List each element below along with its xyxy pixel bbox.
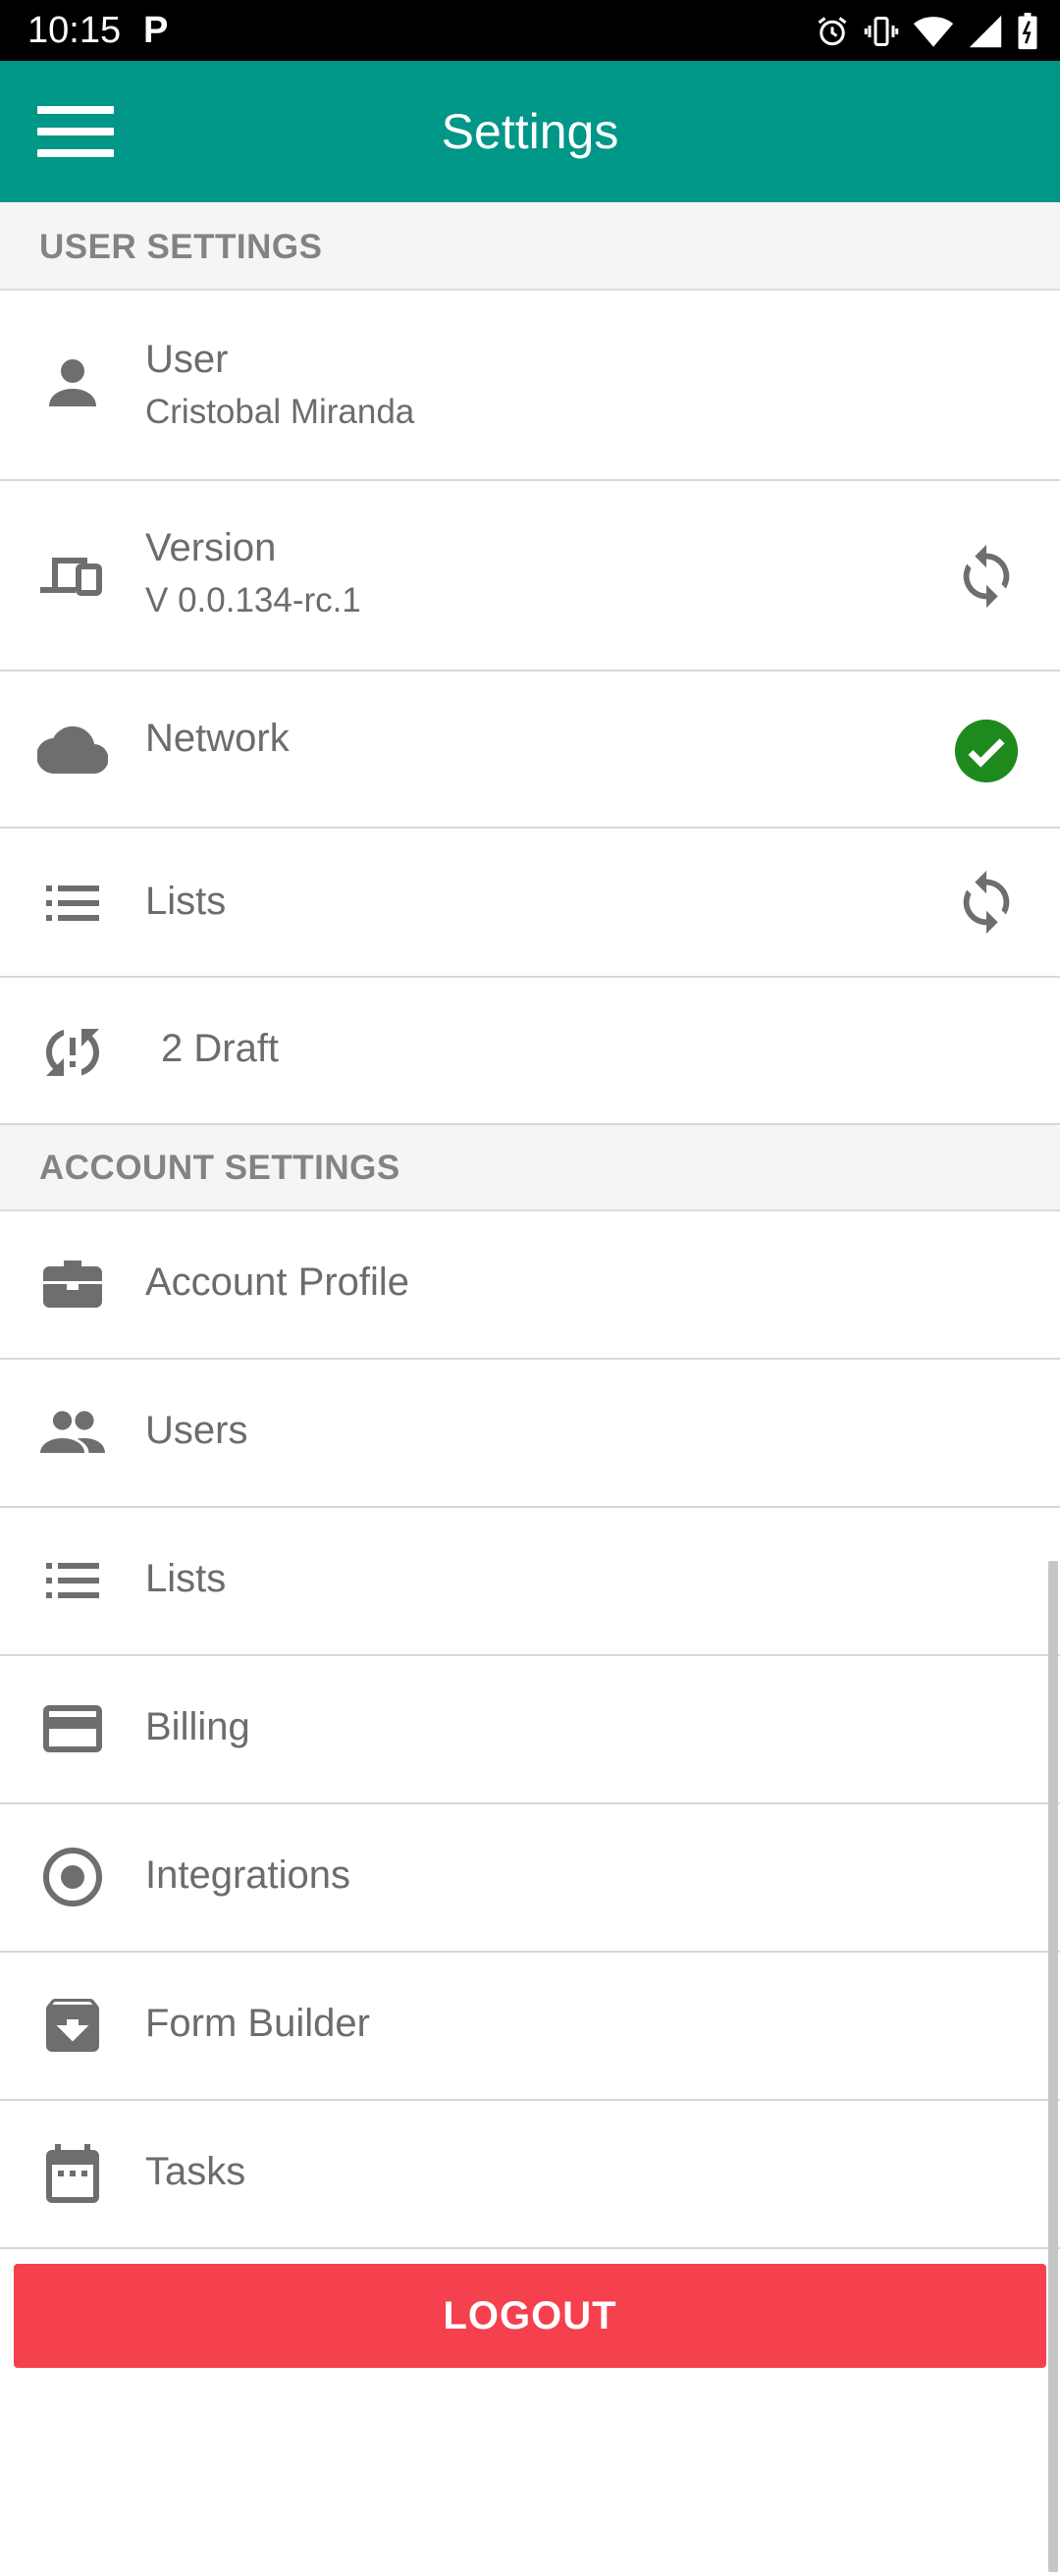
sync-icon[interactable] [952, 542, 1021, 611]
credit-card-icon [37, 1693, 108, 1764]
row-title: Tasks [145, 2150, 246, 2193]
archive-icon [37, 1990, 108, 2061]
settings-row-lists[interactable]: Lists [0, 1508, 1060, 1656]
settings-row-form-builder[interactable]: Form Builder [0, 1953, 1060, 2101]
calendar-icon [37, 2138, 108, 2209]
row-subtitle: V 0.0.134-rc.1 [145, 581, 361, 619]
row-subtitle: Cristobal Miranda [145, 393, 415, 431]
list-icon [37, 868, 108, 939]
app-bar: Settings [0, 61, 1060, 202]
settings-row-version[interactable]: Version V 0.0.134-rc.1 [0, 481, 1060, 671]
row-title: Lists [145, 880, 227, 923]
settings-row-account-profile[interactable]: Account Profile [0, 1211, 1060, 1360]
list-icon [37, 1545, 108, 1616]
settings-row-billing[interactable]: Billing [0, 1656, 1060, 1804]
radio-button-icon [37, 1842, 108, 1912]
row-title: Lists [145, 1557, 227, 1600]
person-icon [37, 348, 108, 418]
alarm-icon [815, 14, 850, 49]
signal-icon [968, 14, 1003, 49]
briefcase-icon [37, 1249, 108, 1319]
row-title: 2 Draft [161, 1027, 280, 1070]
settings-row-drafts[interactable]: 2 Draft [0, 978, 1060, 1125]
status-bar: 10:15 P [0, 0, 1060, 61]
cloud-icon [37, 715, 108, 785]
row-title: Network [145, 717, 290, 760]
devices-icon [37, 540, 108, 611]
row-title: Account Profile [145, 1261, 410, 1304]
battery-icon [1017, 13, 1038, 50]
row-title: Form Builder [145, 2002, 370, 2045]
settings-row-users[interactable]: Users [0, 1360, 1060, 1508]
settings-row-tasks[interactable]: Tasks [0, 2101, 1060, 2249]
row-title: Integrations [145, 1853, 351, 1897]
wifi-icon [913, 14, 954, 49]
people-icon [37, 1397, 108, 1468]
section-header-account-settings: ACCOUNT SETTINGS [0, 1125, 1060, 1211]
row-title: Billing [145, 1705, 250, 1748]
section-title: ACCOUNT SETTINGS [39, 1149, 400, 1187]
notification-app-icon: P [143, 10, 169, 51]
logout-button[interactable]: LOGOUT [14, 2264, 1046, 2368]
settings-row-lists-sync[interactable]: Lists [0, 829, 1060, 978]
row-title: Version [145, 526, 277, 569]
check-circle-icon [952, 717, 1021, 785]
sync-icon[interactable] [952, 868, 1021, 937]
section-header-user-settings: USER SETTINGS [0, 202, 1060, 291]
vibrate-icon [864, 14, 899, 49]
settings-row-network[interactable]: Network [0, 671, 1060, 829]
page-title: Settings [441, 104, 619, 159]
settings-row-user[interactable]: User Cristobal Miranda [0, 291, 1060, 481]
sync-problem-icon [37, 1017, 108, 1088]
row-title: Users [145, 1409, 248, 1452]
scrollbar[interactable] [1048, 1561, 1058, 2572]
section-title: USER SETTINGS [39, 228, 323, 266]
row-title: User [145, 338, 229, 381]
status-icons [815, 12, 1038, 51]
settings-row-integrations[interactable]: Integrations [0, 1804, 1060, 1953]
status-time: 10:15 [27, 10, 122, 51]
